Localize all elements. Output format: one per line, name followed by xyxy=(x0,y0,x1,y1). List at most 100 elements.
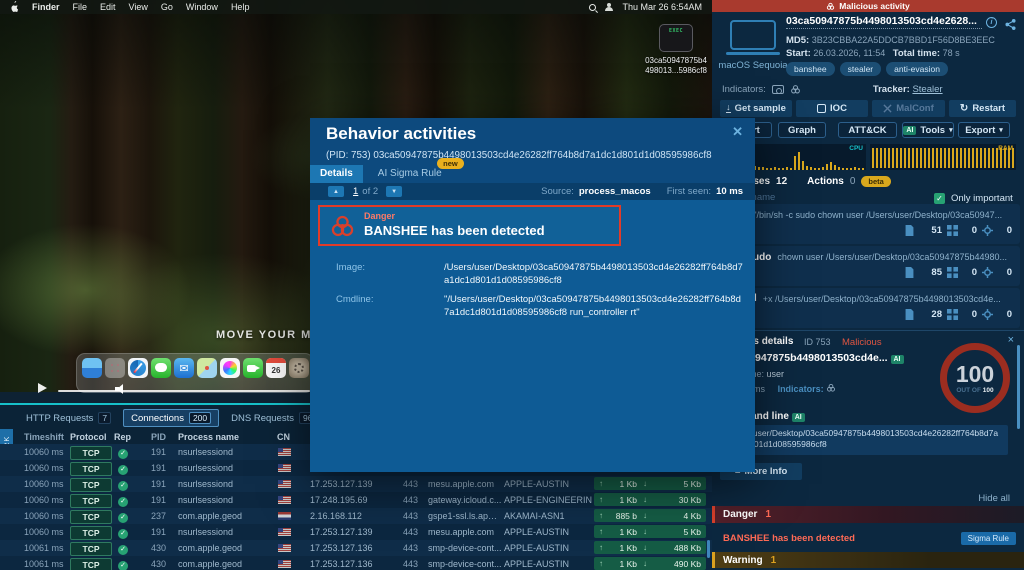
cell-cn xyxy=(278,528,291,538)
dock-icon-photos[interactable] xyxy=(220,358,240,378)
ai-badge[interactable]: AI xyxy=(791,413,805,422)
menu-item-go[interactable]: Go xyxy=(161,2,173,12)
process-row-bash[interactable]: bash"/bin/sh -c sudo chown user /Users/u… xyxy=(716,204,1020,245)
warning-section-header[interactable]: Warning 1 xyxy=(712,552,1024,568)
source-value: process_macos xyxy=(578,186,651,197)
tracker-link[interactable]: Stealer xyxy=(912,84,942,95)
dock-icon-facetime[interactable] xyxy=(243,358,263,378)
table-row[interactable]: 10060 ms TCP ✓ 191 nsurlsessiond 17.253.127.1… xyxy=(0,476,712,492)
sample-hash[interactable]: 03ca50947875b4498013503cd4e2628... xyxy=(786,15,982,29)
details-scrollbar[interactable] xyxy=(1017,345,1020,429)
danger-item[interactable]: BANSHEE has been detected Sigma Rule xyxy=(712,527,1024,549)
dock-icon-finder[interactable] xyxy=(82,358,102,378)
reputation-ok-icon: ✓ xyxy=(118,497,128,507)
attck-button[interactable]: ATT&CK xyxy=(838,122,897,138)
biohazard-icon xyxy=(827,2,835,10)
table-row[interactable]: 10061 ms TCP ✓ 430 com.apple.geod 17.253.127.… xyxy=(0,556,712,570)
dock-icon-messages[interactable] xyxy=(151,358,171,378)
share-icon[interactable] xyxy=(1005,17,1016,35)
menu-item-window[interactable]: Window xyxy=(186,2,218,12)
spotlight-search-icon[interactable] xyxy=(589,3,597,11)
dock-icon-settings[interactable] xyxy=(289,358,309,378)
info-icon[interactable]: i xyxy=(986,17,997,28)
cell-timeshift: 10060 ms xyxy=(24,527,64,537)
file-icon xyxy=(905,309,914,320)
cell-ip: 17.253.127.139 xyxy=(310,479,373,489)
video-progress-bar[interactable] xyxy=(58,390,310,392)
menu-item-file[interactable]: File xyxy=(73,2,88,12)
restart-icon: ↻ xyxy=(959,103,969,114)
page-up-button[interactable]: ▲ xyxy=(328,186,344,197)
desktop-exec-file-icon[interactable]: EXEC xyxy=(659,24,693,52)
danger-section-header[interactable]: Danger 1 xyxy=(712,506,1024,523)
biohazard-indicator-icon[interactable] xyxy=(790,84,801,95)
ioc-button[interactable]: IOC xyxy=(796,100,868,117)
modules-icon xyxy=(947,309,958,320)
cell-rep: ✓ xyxy=(118,527,128,539)
dock-icon-launchpad[interactable] xyxy=(105,358,125,378)
only-important-checkbox[interactable]: ✓ xyxy=(934,192,945,204)
hide-all-link[interactable]: Hide all xyxy=(712,493,1010,504)
cell-port: 443 xyxy=(402,559,418,569)
dock-icon-maps[interactable] xyxy=(197,358,217,378)
dock-icon-mail[interactable] xyxy=(174,358,194,378)
dock-icon-safari[interactable] xyxy=(128,358,148,378)
biohazard-indicator-icon[interactable] xyxy=(826,383,836,393)
cell-pid: 191 xyxy=(150,479,166,489)
volume-icon[interactable] xyxy=(115,384,129,394)
reputation-ok-icon: ✓ xyxy=(118,561,128,570)
table-row[interactable]: 10060 ms TCP ✓ 237 com.apple.geod 2.16.168.11… xyxy=(0,508,712,524)
get-sample-button[interactable]: ↓ Get sample xyxy=(720,100,792,117)
table-row[interactable]: 10060 ms TCP ✓ 191 nsurlsessiond 17.253.127.1… xyxy=(0,524,712,540)
reputation-ok-icon: ✓ xyxy=(118,481,128,491)
process-row-chmod[interactable]: chmod+x /Users/user/Desktop/03ca50947875… xyxy=(716,288,1020,329)
close-icon[interactable]: ✕ xyxy=(732,124,743,140)
first-seen-label: First seen: xyxy=(666,186,712,197)
cell-timeshift: 10060 ms xyxy=(24,511,64,521)
macos-dock[interactable]: 26 xyxy=(76,353,314,393)
screenshot-indicator-icon[interactable] xyxy=(771,85,784,94)
user-menu-icon[interactable] xyxy=(605,3,614,11)
network-scrollbar[interactable] xyxy=(707,540,710,558)
cell-port: 443 xyxy=(402,527,418,537)
restart-button[interactable]: ↻ Restart xyxy=(949,100,1016,117)
processes-header: Processes12 Actions0 beta xyxy=(720,176,1016,187)
sigma-rule-badge[interactable]: Sigma Rule xyxy=(960,531,1016,545)
tab-ai-sigma-rule[interactable]: AI Sigma Rule new xyxy=(368,158,464,183)
apple-logo-icon[interactable] xyxy=(10,0,19,14)
table-row[interactable]: 10060 ms TCP ✓ 191 nsurlsessiond 17.248.195.6… xyxy=(0,492,712,508)
tag-anti-evasion[interactable]: anti-evasion xyxy=(886,62,948,76)
cell-process-name: nsurlsessiond xyxy=(178,479,234,489)
protocol-badge: TCP xyxy=(70,446,114,460)
cell-process-name: com.apple.geod xyxy=(178,543,243,553)
desktop-exec-file-label: 03ca50947875b4 498013...5986cf8 xyxy=(645,56,707,75)
gear-icon xyxy=(982,225,993,236)
cell-domain: gateway.icloud.c... xyxy=(428,495,502,505)
menu-bar-clock[interactable]: Thu Mar 26 6:54AM xyxy=(622,2,702,12)
play-button-icon[interactable] xyxy=(38,383,47,393)
menu-item-finder[interactable]: Finder xyxy=(32,2,60,12)
modules-icon xyxy=(947,225,958,236)
process-row-sudo[interactable]: 45sudochown user /Users/user/Desktop/03c… xyxy=(716,246,1020,287)
tab-connections[interactable]: Connections 200 xyxy=(123,409,220,427)
graph-button[interactable]: Graph xyxy=(778,122,826,138)
traffic-badge: ↑ 1 Kb ↓ 490 Kb xyxy=(594,557,706,570)
menu-item-view[interactable]: View xyxy=(129,2,148,12)
malconf-button[interactable]: MalConf xyxy=(872,100,945,117)
cell-cn xyxy=(278,480,291,490)
table-row[interactable]: 10061 ms TCP ✓ 430 com.apple.geod 17.253.127.… xyxy=(0,540,712,556)
menu-item-help[interactable]: Help xyxy=(231,2,250,12)
page-down-button[interactable]: ▼ xyxy=(386,186,403,197)
export-button[interactable]: Export ▾ xyxy=(958,122,1010,138)
cmdline-value[interactable]: /Users/user/Desktop/03ca50947875b4498013… xyxy=(720,425,1008,455)
tag-stealer[interactable]: stealer xyxy=(839,62,882,76)
menu-item-edit[interactable]: Edit xyxy=(100,2,116,12)
tag-banshee[interactable]: banshee xyxy=(786,62,835,76)
close-icon[interactable]: × xyxy=(1008,334,1014,346)
tab-http-requests[interactable]: HTTP Requests 7 xyxy=(18,409,119,427)
ai-badge[interactable]: AI xyxy=(890,355,904,364)
dock-icon-calendar[interactable]: 26 xyxy=(266,358,286,378)
cell-ip: 17.248.195.69 xyxy=(310,495,368,505)
ai-tools-button[interactable]: AI Tools ▾ xyxy=(902,122,954,138)
tab-details[interactable]: Details xyxy=(310,165,363,183)
